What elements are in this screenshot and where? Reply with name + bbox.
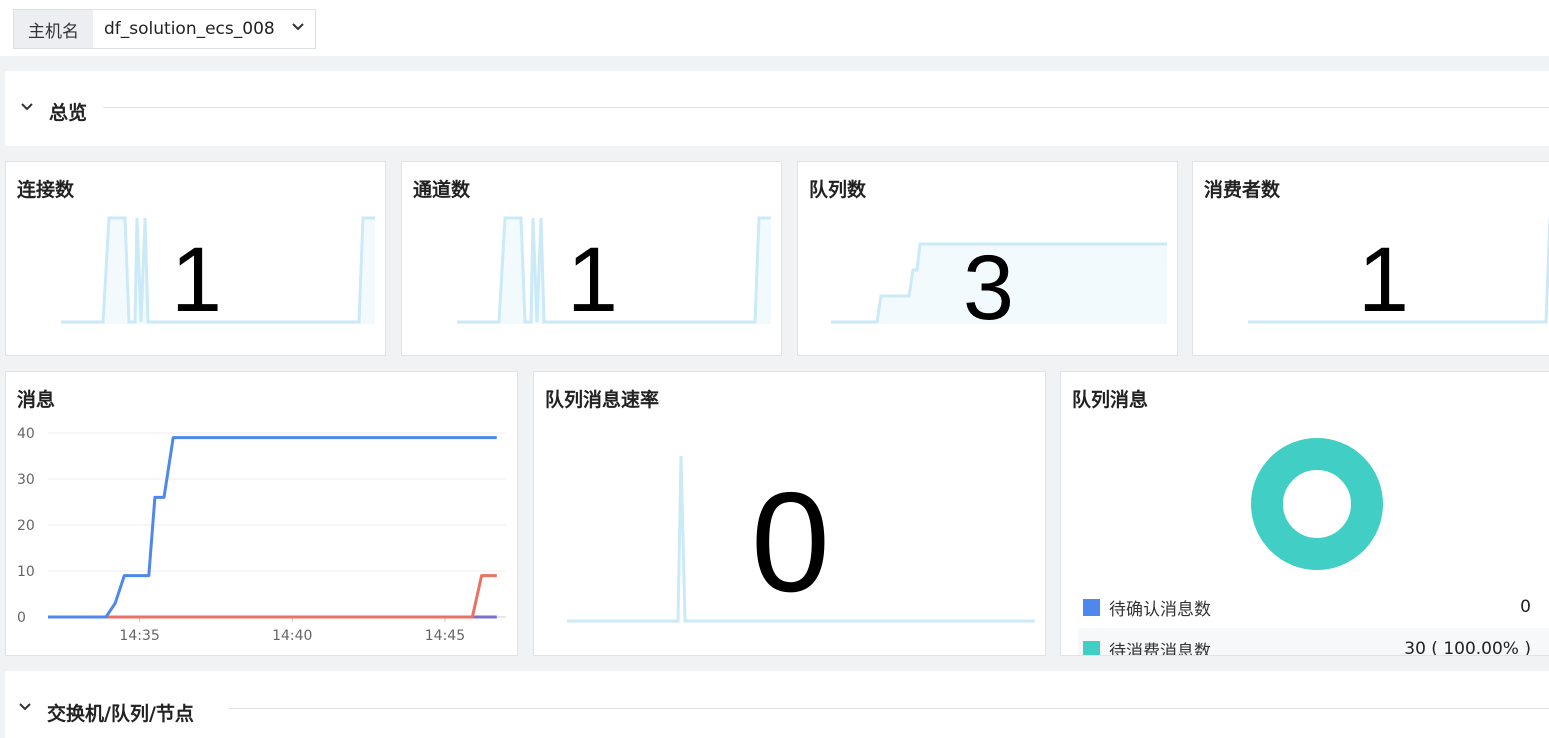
y-tick-label: 20 bbox=[17, 518, 35, 534]
host-filter-label: 主机名 bbox=[14, 10, 93, 48]
stat-title: 队列数 bbox=[809, 179, 867, 201]
host-filter[interactable]: 主机名 df_solution_ecs_008 bbox=[13, 9, 316, 49]
x-tick-label: 14:35 bbox=[119, 628, 159, 644]
legend-label: 待确认消息数 bbox=[1109, 599, 1211, 620]
stat-title: 消费者数 bbox=[1204, 179, 1281, 201]
legend-row-pending-consume[interactable]: 待消费消息数 bbox=[1083, 630, 1211, 656]
section-title-exchange: 交换机/队列/节点 bbox=[47, 703, 194, 725]
stat-value: 3 bbox=[962, 237, 1015, 339]
chevron-down-icon bbox=[292, 23, 304, 31]
y-tick-label: 0 bbox=[17, 610, 26, 626]
stat-value: 1 bbox=[170, 229, 223, 331]
host-select-value: df_solution_ecs_008 bbox=[104, 19, 275, 39]
chart-card-queue-messages: 队列消息 待确认消息数 0 待消费消息数 30 ( 100.00% ) bbox=[1060, 371, 1549, 656]
section-overview[interactable]: 总览 bbox=[5, 71, 1549, 146]
donut-slice-pending-consume[interactable] bbox=[1251, 438, 1383, 570]
stat-title: 通道数 bbox=[413, 179, 471, 201]
legend-row-pending-ack[interactable]: 待确认消息数 bbox=[1083, 588, 1211, 626]
filter-bar: 主机名 df_solution_ecs_008 bbox=[0, 0, 1549, 56]
stat-card-queue-rate: 队列消息速率 0 bbox=[533, 371, 1046, 656]
section-divider bbox=[103, 107, 1549, 108]
series-line[interactable] bbox=[48, 574, 497, 619]
stat-card-connections: 连接数 1 bbox=[5, 161, 386, 356]
series-line[interactable] bbox=[48, 436, 497, 619]
y-tick-label: 10 bbox=[17, 564, 35, 580]
legend-value: 30 ( 100.00% ) bbox=[1404, 639, 1531, 656]
stat-value: 1 bbox=[1357, 229, 1410, 331]
x-tick-label: 14:40 bbox=[272, 628, 312, 644]
stat-title: 连接数 bbox=[17, 179, 75, 201]
stat-title: 队列消息速率 bbox=[545, 389, 660, 411]
y-tick-label: 30 bbox=[17, 472, 35, 488]
stat-card-queues: 队列数 3 bbox=[797, 161, 1178, 356]
chart-title: 队列消息 bbox=[1072, 389, 1149, 411]
queue-messages-donut[interactable] bbox=[1249, 436, 1385, 572]
legend-value: 0 bbox=[1520, 597, 1531, 617]
stat-card-consumers: 消费者数 1 bbox=[1192, 161, 1549, 356]
chart-card-messages: 消息 0 10 20 30 40 14:35 14:40 14:45 bbox=[5, 371, 518, 656]
stat-value: 0 bbox=[751, 463, 830, 622]
section-divider bbox=[229, 708, 1549, 709]
section-title-overview: 总览 bbox=[49, 102, 88, 124]
host-select[interactable]: df_solution_ecs_008 bbox=[93, 10, 315, 48]
x-tick-label: 14:45 bbox=[425, 628, 465, 644]
stat-value: 1 bbox=[566, 229, 619, 331]
chevron-down-icon[interactable] bbox=[17, 699, 33, 715]
chevron-down-icon[interactable] bbox=[19, 99, 35, 115]
legend-label: 待消费消息数 bbox=[1109, 641, 1211, 656]
stat-card-channels: 通道数 1 bbox=[401, 161, 782, 356]
legend-swatch bbox=[1083, 598, 1100, 616]
legend-swatch bbox=[1083, 640, 1100, 655]
section-exchange[interactable]: 交换机/队列/节点 bbox=[5, 671, 1549, 738]
y-tick-label: 40 bbox=[17, 426, 35, 442]
messages-line-chart[interactable]: 0 10 20 30 40 14:35 14:40 14:45 bbox=[6, 372, 519, 657]
